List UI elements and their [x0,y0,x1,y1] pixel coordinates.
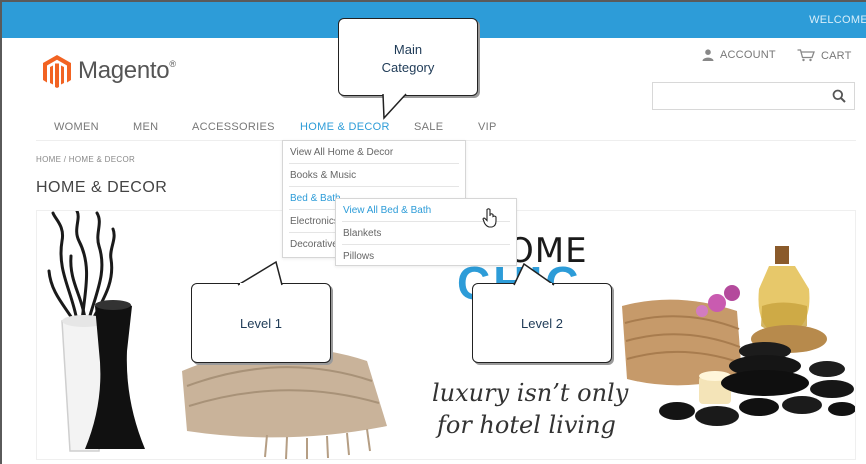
logo-text: Magento® [78,57,176,85]
dropdown-item-label: Decorative [290,239,338,250]
logo-wordmark: Magento [78,57,170,84]
dropdown-item-books-music[interactable]: Books & Music [283,164,465,187]
nav-item-home-decor[interactable]: HOME & DECOR [300,121,390,133]
account-label: ACCOUNT [720,49,776,61]
search-box [652,82,855,110]
logo[interactable]: Magento® [42,54,176,88]
callout-level2-tail [513,262,555,287]
page-title: HOME & DECOR [36,179,168,196]
dropdown-item-label: Bed & Bath [290,193,341,204]
callout-level-2: Level 2 [472,283,612,363]
dropdown-item-label: View All Home & Decor [290,147,394,158]
hero-tagline-line2: for hotel living [437,411,616,439]
breadcrumb[interactable]: HOME / HOME & DECOR [36,155,135,164]
callout-main-category: Main Category [338,18,478,96]
welcome-text: WELCOME [809,14,866,26]
callout-level1-label: Level 1 [240,316,282,331]
nav-item-accessories[interactable]: ACCESSORIES [192,121,275,133]
main-navigation: WOMEN MEN ACCESSORIES HOME & DECOR SALE … [36,121,856,141]
browser-frame: WELCOME Magento® ACCOUNT CART WOMEN MEN … [0,0,866,464]
callout-level1-tail [237,260,283,287]
dropdown-item-label: Pillows [343,251,375,262]
person-icon [702,49,714,61]
hand-pointer-icon [482,208,497,228]
nav-item-sale[interactable]: SALE [414,121,443,133]
callout-level-1: Level 1 [191,283,331,363]
nav-item-women[interactable]: WOMEN [54,121,99,133]
nav-item-vip[interactable]: VIP [478,121,497,133]
dropdown-item-view-all-home-decor[interactable]: View All Home & Decor [283,141,465,164]
account-link[interactable]: ACCOUNT [702,49,776,61]
magento-logo-icon [43,55,71,88]
cart-icon [797,49,815,62]
search-icon[interactable] [832,89,846,103]
dropdown-item-pillows[interactable]: Pillows [336,245,516,268]
logo-registered-mark: ® [169,59,176,69]
dropdown-item-label: Electronics [290,216,339,227]
hero-tagline-line1: luxury isn’t only [432,379,629,407]
dropdown-item-label: Books & Music [290,170,357,181]
cart-label: CART [821,49,852,62]
nav-item-men[interactable]: MEN [133,121,158,133]
callout-main-line1: Main [393,42,423,57]
callout-main-line2: Category [381,60,435,75]
callout-level2-label: Level 2 [521,316,563,331]
dropdown-item-label: Blankets [343,228,382,239]
cart-link[interactable]: CART [797,49,852,62]
dropdown-item-label: View All Bed & Bath [343,205,432,216]
search-input[interactable] [659,83,829,109]
callout-main-tail [382,92,407,120]
